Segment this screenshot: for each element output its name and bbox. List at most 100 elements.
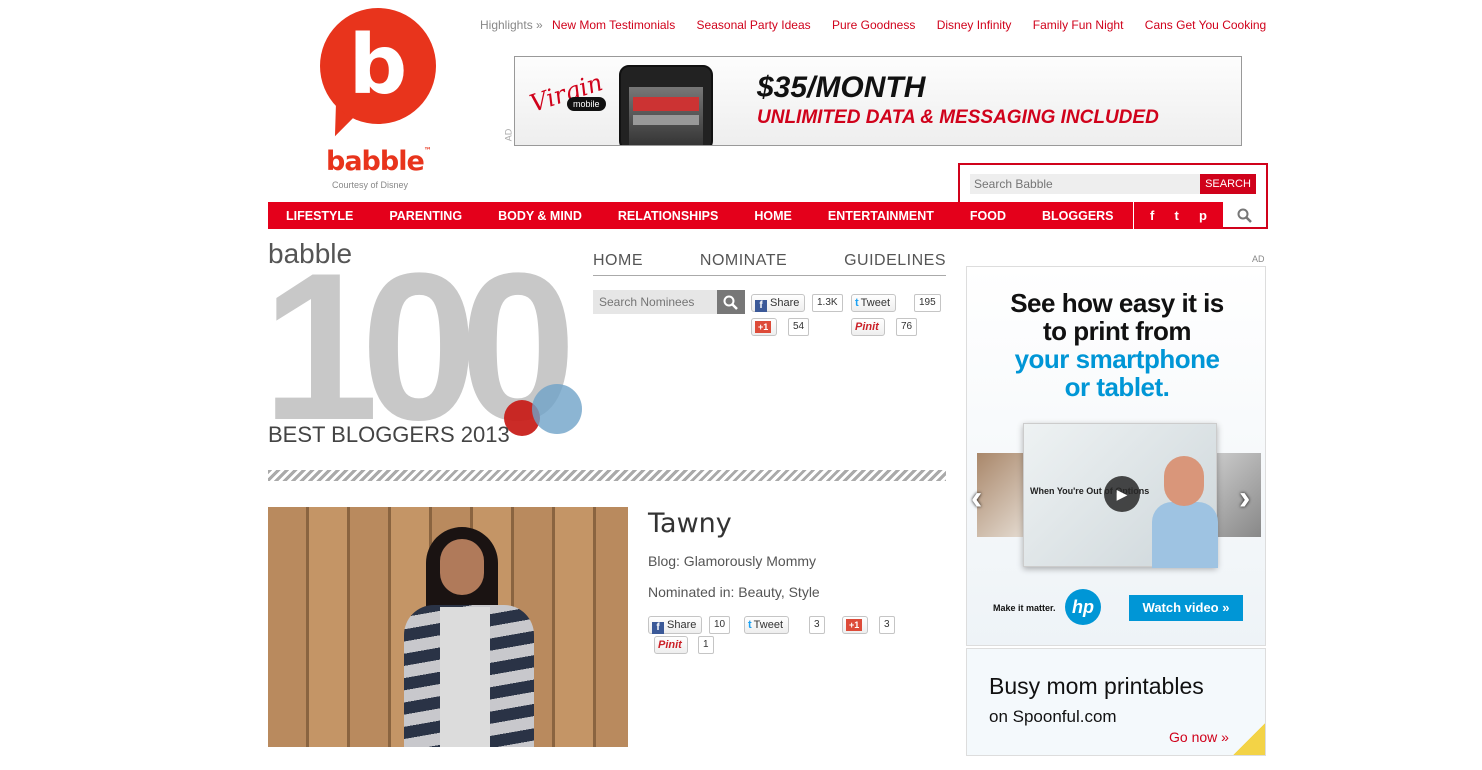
hp-slogan: Make it matter. <box>993 603 1056 613</box>
facebook-share-count: 10 <box>709 616 731 634</box>
page-curl-corner <box>1229 723 1265 755</box>
social-links: f t p <box>1133 202 1223 229</box>
video-thumbnail-prev[interactable] <box>977 453 1027 537</box>
nominee-name: Tawny <box>648 508 732 539</box>
ad2-subtitle: on Spoonful.com <box>989 707 1117 726</box>
tweet-label: Tweet <box>753 619 784 631</box>
go-now-link[interactable]: Go now » <box>1169 729 1229 745</box>
twitter-icon[interactable]: t <box>1175 208 1179 223</box>
nav-item-home[interactable]: HOME <box>736 209 810 223</box>
site-search-input[interactable] <box>970 174 1200 194</box>
nav-item-relationships[interactable]: RELATIONSHIPS <box>600 209 736 223</box>
share-label: Share <box>770 297 800 309</box>
nav-item-food[interactable]: FOOD <box>952 209 1024 223</box>
nominee-blog[interactable]: Blog: Glamorously Mommy <box>648 553 816 569</box>
carousel-next-arrow-icon[interactable]: › <box>1239 479 1250 518</box>
ad-tag: AD <box>1252 254 1265 264</box>
virgin-mobile-badge: mobile <box>567 97 606 111</box>
google-plus-icon: +1 <box>846 619 863 631</box>
subnav-home[interactable]: HOME <box>593 252 643 275</box>
twitter-icon: t <box>855 297 859 309</box>
tweet-label: Tweet <box>860 297 891 309</box>
ad2-title: Busy mom printables <box>989 673 1204 699</box>
pinterest-icon[interactable]: p <box>1199 208 1207 223</box>
photo-face <box>440 539 484 595</box>
facebook-share-button[interactable]: f Share <box>648 616 703 634</box>
highlight-link[interactable]: New Mom Testimonials <box>552 18 675 32</box>
facebook-icon: f <box>652 622 664 634</box>
highlight-link[interactable]: Family Fun Night <box>1033 18 1124 32</box>
nav-item-entertainment[interactable]: ENTERTAINMENT <box>810 209 952 223</box>
ad-tagline: UNLIMITED DATA & MESSAGING INCLUDED <box>757 107 1159 128</box>
facebook-share-button[interactable]: f Share <box>751 294 806 312</box>
ad-tag: AD <box>503 128 514 142</box>
phone-screen-bar <box>633 115 699 125</box>
tweet-count: 3 <box>809 616 825 634</box>
twitter-icon: t <box>748 619 752 631</box>
nominee-photo[interactable] <box>268 507 628 747</box>
google-plus-count: 3 <box>879 616 895 634</box>
logo-letter: b <box>348 18 408 113</box>
page: b babble™ Courtesy of Disney Highlights … <box>0 0 1482 770</box>
pin-it-button[interactable]: Pinit <box>654 636 688 654</box>
highlight-link[interactable]: Disney Infinity <box>937 18 1012 32</box>
nominee-search <box>593 290 745 314</box>
logo-word: babble <box>326 146 425 177</box>
speech-bubble-blue-icon <box>532 384 582 434</box>
play-icon[interactable]: ▶ <box>1104 476 1140 512</box>
highlight-link[interactable]: Seasonal Party Ideas <box>697 18 811 32</box>
phone-image <box>619 65 713 145</box>
google-plus-button[interactable]: +1 <box>842 616 869 634</box>
facebook-share-count: 1.3K <box>812 294 843 312</box>
pin-it-button[interactable]: Pinit <box>851 318 885 336</box>
share-label: Share <box>667 619 697 631</box>
virgin-mobile-banner-ad[interactable]: Virgin mobile $35/MONTH UNLIMITED DATA &… <box>514 56 1242 146</box>
babble-logo[interactable]: b babble™ Courtesy of Disney <box>318 8 443 193</box>
phone-screen <box>629 87 703 145</box>
nominee-search-input[interactable] <box>593 290 715 314</box>
pin-count: 76 <box>896 318 918 336</box>
logo-trademark: ™ <box>423 146 432 155</box>
main-nav: LIFESTYLE PARENTING BODY & MIND RELATION… <box>268 202 1133 229</box>
watch-video-button[interactable]: Watch video » <box>1129 595 1243 621</box>
search-icon[interactable] <box>1236 207 1254 225</box>
google-plus-count: 54 <box>788 318 810 336</box>
ad-headline-line: See how easy it is <box>1010 288 1224 318</box>
nav-item-parenting[interactable]: PARENTING <box>371 209 480 223</box>
babble100-subnav: HOME NOMINATE GUIDELINES <box>593 252 946 276</box>
highlight-link[interactable]: Cans Get You Cooking <box>1145 18 1266 32</box>
search-icon <box>723 295 738 310</box>
video-player[interactable]: When You're Out of Options ▶ <box>1023 423 1218 568</box>
nav-item-bloggers[interactable]: BLOGGERS <box>1024 209 1132 223</box>
google-plus-icon: +1 <box>755 321 772 333</box>
babble100-brand: babble <box>268 238 353 269</box>
pin-count: 1 <box>698 636 714 654</box>
hp-printing-ad[interactable]: See how easy it is to print from your sm… <box>966 266 1266 646</box>
logo-wordmark: babble™ <box>326 146 432 177</box>
nav-item-lifestyle[interactable]: LIFESTYLE <box>268 209 371 223</box>
facebook-icon: f <box>755 300 767 312</box>
ad-price: $35/MONTH <box>757 71 926 104</box>
subnav-nominate[interactable]: NOMINATE <box>700 252 787 275</box>
babble100-subtitle: BEST BLOGGERS 2013 <box>268 422 510 447</box>
facebook-icon[interactable]: f <box>1150 208 1154 223</box>
tweet-count: 195 <box>914 294 941 312</box>
subnav-guidelines[interactable]: GUIDELINES <box>844 252 946 275</box>
carousel-prev-arrow-icon[interactable]: ‹ <box>971 479 982 518</box>
site-search-button[interactable]: SEARCH <box>1200 174 1256 194</box>
google-plus-button[interactable]: +1 <box>751 318 778 336</box>
presenter-head <box>1164 456 1204 506</box>
video-thumbnail-next[interactable] <box>1211 453 1261 537</box>
presenter-body <box>1152 502 1218 568</box>
tweet-button[interactable]: t Tweet <box>851 294 897 312</box>
nominee-categories: Nominated in: Beauty, Style <box>648 584 820 600</box>
spoonful-printables-ad[interactable]: Busy mom printables on Spoonful.com Go n… <box>966 648 1266 756</box>
logo-courtesy: Courtesy of Disney <box>332 180 409 190</box>
photo-top <box>440 607 490 747</box>
nav-item-body-mind[interactable]: BODY & MIND <box>480 209 600 223</box>
striped-divider <box>268 470 946 481</box>
highlights-label: Highlights » <box>480 18 543 32</box>
highlight-link[interactable]: Pure Goodness <box>832 18 915 32</box>
tweet-button[interactable]: t Tweet <box>744 616 790 634</box>
nominee-search-button[interactable] <box>717 290 745 314</box>
